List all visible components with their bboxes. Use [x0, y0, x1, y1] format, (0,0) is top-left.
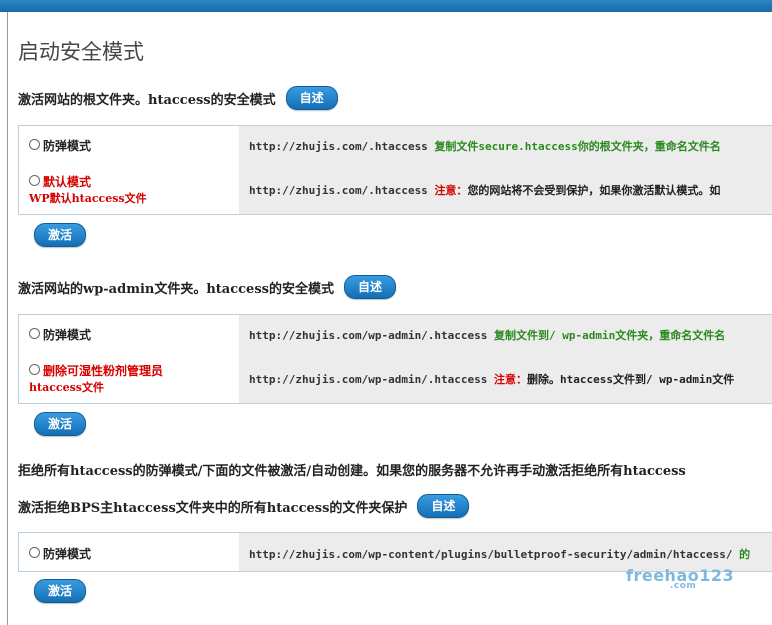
- denyall-bulletproof-url: http://zhujis.com/wp-content/plugins/bul…: [249, 548, 733, 561]
- root-activate-button[interactable]: 激活: [34, 223, 86, 247]
- denyall-bulletproof-info: http://zhujis.com/wp-content/plugins/bul…: [249, 546, 750, 562]
- denyall-bulletproof-note: 的: [739, 548, 751, 561]
- content-left-border: [7, 12, 8, 625]
- section-wpadmin-heading-text: 激活网站的wp-admin文件夹。htaccess的安全模式: [18, 281, 334, 297]
- denyall-bulletproof-label: 防弹模式: [43, 547, 92, 561]
- denyall-bulletproof-radio[interactable]: [29, 547, 40, 558]
- wpadmin-bulletproof-label: 防弹模式: [43, 328, 92, 342]
- wpadmin-delete-sublabel: htaccess文件: [29, 381, 104, 394]
- wpadmin-delete-label: 删除可湿性粉剂管理员: [43, 364, 164, 378]
- wpadmin-bulletproof-info: http://zhujis.com/wp-admin/.htaccess 复制文…: [249, 327, 725, 343]
- wpadmin-bulletproof-option[interactable]: 防弹模式: [29, 326, 91, 343]
- section-denyall-heading: 激活拒绝BPS主htaccess文件夹中的所有htaccess的文件夹保护 自述: [18, 494, 470, 518]
- root-describe-button[interactable]: 自述: [285, 86, 338, 110]
- watermark-sub: .com: [670, 581, 697, 591]
- root-default-option[interactable]: 默认模式 WP默认htaccess文件: [29, 173, 147, 206]
- page-title: 启动安全模式: [18, 40, 144, 64]
- root-bulletproof-info: http://zhujis.com/.htaccess 复制文件secure.h…: [249, 138, 721, 154]
- section-denyall-heading-text: 激活拒绝BPS主htaccess文件夹中的所有htaccess的文件夹保护: [18, 500, 408, 516]
- denyall-bulletproof-option[interactable]: 防弹模式: [29, 545, 91, 562]
- wpadmin-activate-button[interactable]: 激活: [34, 412, 86, 436]
- wpadmin-delete-url: http://zhujis.com/wp-admin/.htaccess: [249, 373, 488, 386]
- root-bulletproof-option[interactable]: 防弹模式: [29, 137, 91, 154]
- admin-top-bar: [0, 0, 772, 12]
- root-bulletproof-note: 复制文件secure.htaccess你的根文件夹，重命名文件名: [434, 140, 721, 153]
- root-bulletproof-radio[interactable]: [29, 139, 40, 150]
- root-default-sublabel: WP默认htaccess文件: [29, 192, 147, 205]
- wpadmin-mode-panel: 防弹模式 http://zhujis.com/wp-admin/.htacces…: [18, 314, 772, 404]
- wpadmin-delete-option[interactable]: 删除可湿性粉剂管理员 htaccess文件: [29, 362, 163, 395]
- wpadmin-delete-note: 删除。htaccess文件到/ wp-admin文件: [527, 373, 735, 386]
- section-root-heading: 激活网站的根文件夹。htaccess的安全模式 自述: [18, 86, 338, 110]
- wpadmin-bulletproof-url: http://zhujis.com/wp-admin/.htaccess: [249, 329, 488, 342]
- denyall-describe-button[interactable]: 自述: [417, 494, 470, 518]
- section-wpadmin-heading: 激活网站的wp-admin文件夹。htaccess的安全模式 自述: [18, 275, 396, 299]
- wpadmin-bulletproof-radio[interactable]: [29, 328, 40, 339]
- root-default-note: 您的网站将不会受到保护，如果你激活默认模式。如: [467, 184, 721, 197]
- root-default-url: http://zhujis.com/.htaccess: [249, 184, 428, 197]
- root-mode-panel: 防弹模式 http://zhujis.com/.htaccess 复制文件sec…: [18, 125, 772, 215]
- denyall-activate-button[interactable]: 激活: [34, 579, 86, 603]
- root-default-radio[interactable]: [29, 175, 40, 186]
- deny-all-description: 拒绝所有htaccess的防弹模式/下面的文件被激活/自动创建。如果您的服务器不…: [18, 464, 686, 479]
- root-default-label: 默认模式: [43, 175, 92, 189]
- root-bulletproof-label: 防弹模式: [43, 139, 92, 153]
- wpadmin-describe-button[interactable]: 自述: [343, 275, 396, 299]
- wpadmin-delete-info: http://zhujis.com/wp-admin/.htaccess 注意：…: [249, 371, 734, 387]
- watermark-logo: freehao123 .com: [626, 566, 734, 591]
- root-bulletproof-url: http://zhujis.com/.htaccess: [249, 140, 428, 153]
- wpadmin-delete-radio[interactable]: [29, 364, 40, 375]
- wpadmin-delete-note-prefix: 注意：: [494, 373, 528, 386]
- root-default-note-prefix: 注意：: [434, 184, 468, 197]
- section-root-heading-text: 激活网站的根文件夹。htaccess的安全模式: [18, 92, 276, 108]
- wpadmin-bulletproof-note: 复制文件到/ wp-admin文件夹，重命名文件名: [494, 329, 726, 342]
- root-default-info: http://zhujis.com/.htaccess 注意：您的网站将不会受到…: [249, 182, 720, 198]
